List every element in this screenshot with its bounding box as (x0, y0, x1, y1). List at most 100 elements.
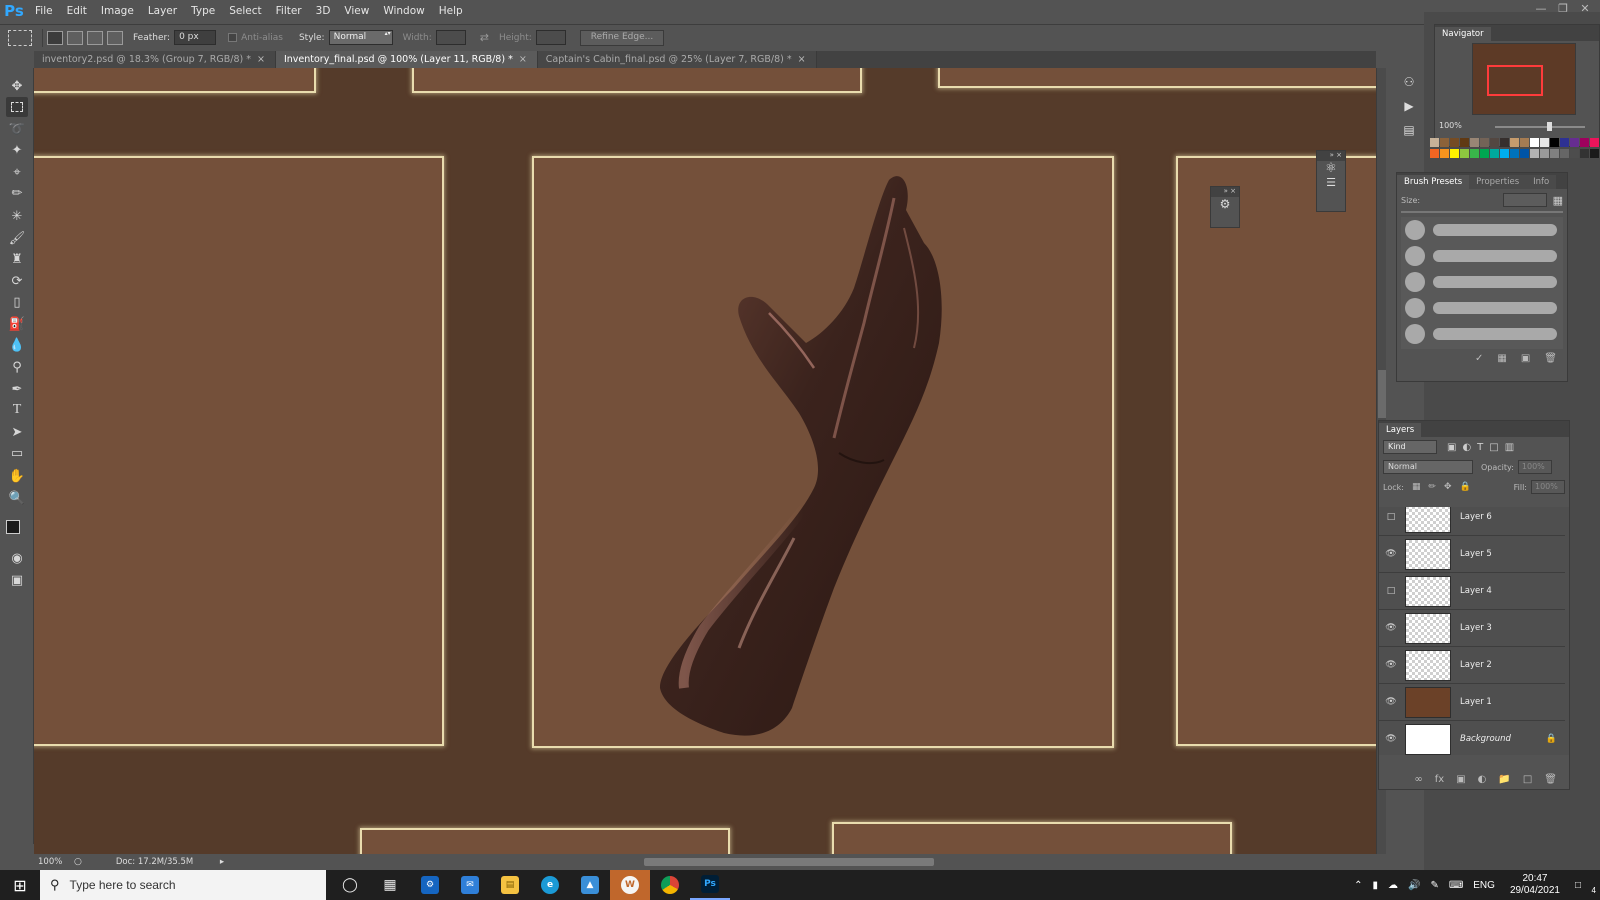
file-explorer-icon[interactable]: ▤ (490, 870, 530, 900)
menu-file[interactable]: File (28, 5, 60, 17)
feather-input[interactable]: 0 px (174, 30, 217, 45)
menu-filter[interactable]: Filter (269, 5, 309, 17)
onedrive-icon[interactable]: ☁ (1383, 880, 1403, 891)
eye-icon[interactable]: 👁 (1379, 549, 1403, 559)
brush-preset[interactable] (1401, 295, 1563, 321)
marquee-tool-icon[interactable] (6, 97, 28, 117)
tab-inventory-final[interactable]: Inventory_final.psd @ 100% (Layer 11, RG… (275, 51, 538, 68)
blur-tool-icon[interactable]: 💧 (6, 335, 28, 355)
adjust-icon[interactable]: ☰ (1317, 176, 1345, 189)
tab-inventory2[interactable]: inventory2.psd @ 18.3% (Group 7, RGB/8) … (34, 51, 276, 68)
quick-select-tool-icon[interactable]: ✦ (6, 140, 28, 160)
tray-chevron-icon[interactable]: ⌃ (1349, 880, 1367, 891)
close-tab-icon[interactable]: × (519, 54, 527, 65)
clone-stamp-icon[interactable]: ♜ (6, 249, 28, 269)
navigator-zoom-value[interactable]: 100% (1439, 121, 1462, 130)
toggle-brush-icon[interactable]: ✓ (1475, 353, 1483, 364)
cortana-icon[interactable]: ◯ (330, 870, 370, 900)
foreground-color-swatch[interactable] (6, 520, 20, 534)
lasso-tool-icon[interactable]: ➰ (6, 119, 28, 139)
blend-mode-select[interactable]: Normal (1383, 460, 1473, 474)
brush-options-icon[interactable]: ▦ (1553, 194, 1563, 207)
mini-panel-close-icon[interactable]: » × (1211, 187, 1239, 197)
refine-edge-button[interactable]: Refine Edge... (579, 29, 665, 46)
tab-properties[interactable]: Properties (1469, 175, 1527, 189)
layer-row-6[interactable]: □ Layer 6 (1379, 507, 1565, 536)
status-info-icon[interactable]: ○ (74, 857, 82, 867)
brush-grid-icon[interactable]: ▦ (1497, 353, 1506, 364)
height-input[interactable] (535, 30, 566, 45)
lock-icons[interactable]: ▦✏✥🔒 (1412, 482, 1479, 492)
navigator-view-box[interactable] (1487, 65, 1543, 96)
delete-brush-icon[interactable]: 🗑 (1544, 353, 1557, 364)
new-group-icon[interactable]: 📁 (1498, 774, 1510, 785)
brush-tool-icon[interactable]: 🖌 (6, 228, 28, 248)
style-select[interactable]: Normal (328, 30, 393, 45)
marquee-preset-icon[interactable] (8, 29, 32, 46)
brush-preset[interactable] (1401, 217, 1563, 243)
hand-tool-icon[interactable]: ✋ (6, 466, 28, 486)
layer-row-4[interactable]: □ Layer 4 (1379, 573, 1565, 610)
link-layers-icon[interactable]: ∞ (1414, 774, 1422, 785)
clock[interactable]: 20:47 29/04/2021 (1500, 873, 1570, 897)
close-tab-icon[interactable]: × (257, 54, 265, 65)
add-to-selection-icon[interactable] (67, 30, 83, 45)
pen-icon[interactable]: ✎ (1425, 880, 1443, 891)
intersect-selection-icon[interactable] (107, 30, 123, 45)
slider-knob[interactable] (1547, 122, 1552, 131)
quick-mask-icon[interactable]: ◉ (6, 548, 28, 568)
move-tool-icon[interactable]: ✥ (6, 76, 28, 96)
opacity-input[interactable]: 100% (1517, 460, 1552, 474)
swap-icon[interactable]: ⇄ (480, 31, 489, 44)
layer-comps-icon[interactable]: ▤ (1398, 120, 1420, 140)
brush-size-slider[interactable] (1401, 211, 1563, 213)
layer-style-icon[interactable]: fx (1435, 774, 1444, 785)
pinned-app-active-icon[interactable]: W (610, 870, 650, 900)
tab-info[interactable]: Info (1526, 175, 1557, 189)
layer-row-1[interactable]: 👁 Layer 1 (1379, 684, 1565, 721)
layer-row-2[interactable]: 👁 Layer 2 (1379, 647, 1565, 684)
layer-row-background[interactable]: 👁 Background 🔒 (1379, 721, 1565, 755)
actions-play-icon[interactable]: ▶ (1398, 96, 1420, 116)
layer-filter-icons[interactable]: ▣◐T□▥ (1447, 442, 1520, 453)
menu-layer[interactable]: Layer (141, 5, 184, 17)
menu-3d[interactable]: 3D (309, 5, 338, 17)
tab-captains-cabin[interactable]: Captain's Cabin_final.psd @ 25% (Layer 7… (537, 51, 817, 68)
screen-mode-icon[interactable]: ▣ (6, 570, 28, 590)
task-view-icon[interactable]: ▦ (370, 870, 410, 900)
menu-image[interactable]: Image (94, 5, 141, 17)
document-canvas[interactable]: » × ⚙ » × ⚛ ☰ (34, 68, 1376, 854)
menu-view[interactable]: View (337, 5, 376, 17)
edge-browser-icon[interactable]: e (530, 870, 570, 900)
language-indicator[interactable]: ENG (1468, 880, 1500, 891)
fill-input[interactable]: 100% (1531, 480, 1565, 494)
antialias-checkbox[interactable] (228, 33, 238, 42)
eye-icon[interactable]: 👁 (1379, 734, 1403, 744)
taskbar-search-box[interactable]: ⚲ Type here to search (40, 870, 326, 900)
zoom-readout[interactable]: 100% (34, 857, 74, 867)
layer-kind-filter[interactable]: Kind (1383, 440, 1437, 454)
dodge-tool-icon[interactable]: ⚲ (6, 357, 28, 377)
healing-brush-icon[interactable]: ✳ (6, 206, 28, 226)
clone-source-icon[interactable]: ⚛ (1317, 161, 1345, 176)
eyedropper-tool-icon[interactable]: ✏ (6, 183, 28, 203)
rectangle-tool-icon[interactable]: ▭ (6, 443, 28, 463)
keyboard-icon[interactable]: ⌨ (1444, 880, 1468, 891)
navigator-title[interactable]: Navigator (1435, 27, 1491, 41)
history-panel-icon[interactable]: ⚇ (1398, 72, 1420, 92)
layer-row-5[interactable]: 👁 Layer 5 (1379, 536, 1565, 573)
history-brush-icon[interactable]: ⟳ (6, 271, 28, 291)
new-brush-icon[interactable]: ▣ (1521, 353, 1530, 364)
add-mask-icon[interactable]: ▣ (1456, 774, 1465, 785)
volume-icon[interactable]: 🔊 (1403, 880, 1425, 891)
delete-layer-icon[interactable]: 🗑 (1544, 774, 1557, 785)
menu-select[interactable]: Select (222, 5, 268, 17)
tab-brush-presets[interactable]: Brush Presets (1397, 175, 1470, 189)
side-panel-close-icon[interactable]: » × (1317, 151, 1345, 161)
status-arrow-icon[interactable]: ▸ (220, 857, 224, 867)
width-input[interactable] (435, 30, 466, 45)
eraser-tool-icon[interactable]: ▯ (6, 292, 28, 312)
menu-help[interactable]: Help (432, 5, 470, 17)
menu-edit[interactable]: Edit (60, 5, 94, 17)
brush-size-input[interactable] (1502, 193, 1547, 207)
